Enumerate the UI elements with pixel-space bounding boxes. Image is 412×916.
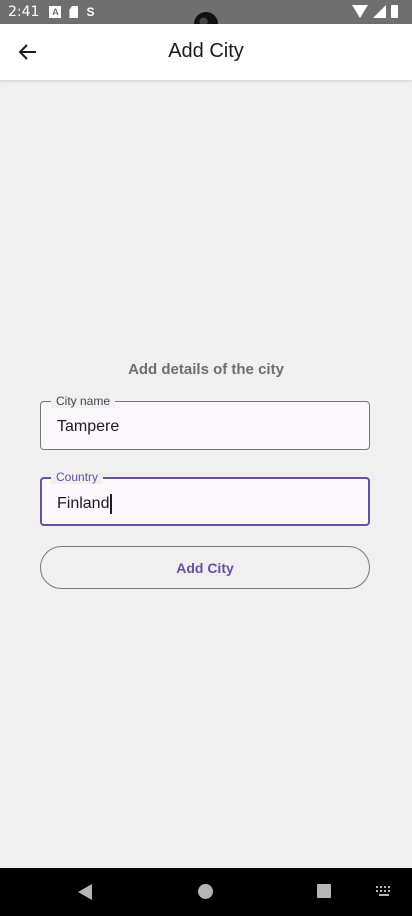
- sd-card-icon: [69, 6, 79, 18]
- text-cursor: [110, 494, 112, 514]
- add-city-button[interactable]: Add City: [40, 546, 370, 589]
- app-bar: Add City: [0, 24, 412, 80]
- city-name-value[interactable]: Tampere: [57, 418, 119, 436]
- city-name-label: City name: [51, 394, 116, 408]
- signal-icon: [373, 5, 386, 18]
- s-notification-icon: S: [86, 5, 95, 19]
- country-text: Finland: [57, 495, 110, 512]
- a-notification-icon: A: [49, 6, 62, 18]
- nav-home-icon[interactable]: [198, 884, 213, 899]
- wifi-icon: [352, 5, 368, 18]
- country-value[interactable]: Finland: [57, 494, 112, 514]
- form-heading: Add details of the city: [128, 361, 284, 378]
- battery-icon: [391, 5, 398, 18]
- status-time: 2:41: [8, 4, 40, 20]
- system-icons: [352, 5, 398, 18]
- nav-recents-icon[interactable]: [317, 884, 331, 898]
- keyboard-icon[interactable]: [376, 886, 392, 897]
- city-name-text: Tampere: [57, 418, 120, 435]
- country-label: Country: [51, 470, 104, 484]
- navigation-bar: [0, 868, 412, 916]
- page-title: Add City: [168, 40, 244, 62]
- city-name-field[interactable]: City name Tampere: [40, 394, 370, 450]
- country-field[interactable]: Country Finland: [40, 470, 370, 526]
- nav-back-icon[interactable]: [78, 884, 92, 900]
- notification-icons: A S: [49, 6, 94, 18]
